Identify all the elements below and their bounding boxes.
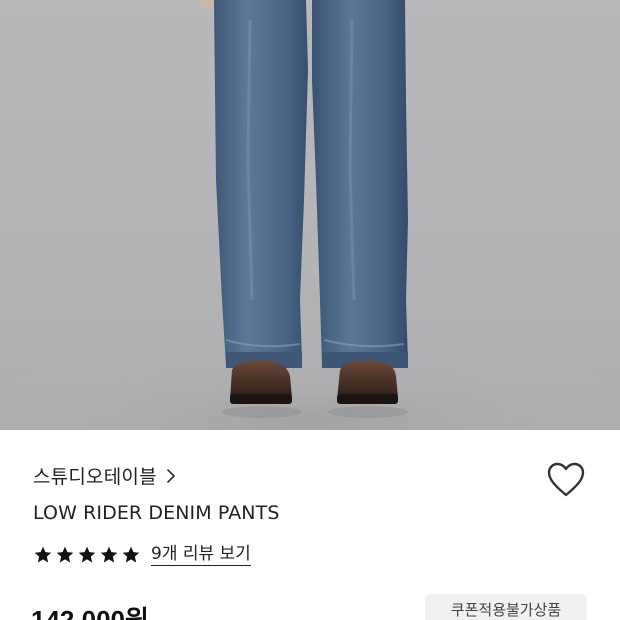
star-filled-icon — [34, 546, 52, 563]
brand-name: 스튜디오테이블 — [33, 466, 157, 488]
rating-row: 9개 리뷰 보기 — [33, 544, 251, 566]
product-photo-illustration — [0, 0, 620, 430]
product-image[interactable] — [0, 0, 620, 430]
coupon-badge-label: 쿠폰적용불가상품 — [450, 600, 562, 619]
chevron-right-icon — [166, 468, 175, 483]
star-rating — [33, 545, 141, 565]
product-price: 142,000원 — [31, 605, 149, 620]
star-filled-icon — [100, 546, 118, 563]
product-title: LOW RIDER DENIM PANTS — [33, 502, 280, 524]
heart-outline-icon — [547, 462, 585, 497]
star-filled-icon — [122, 546, 140, 563]
star-filled-icon — [78, 546, 96, 563]
coupon-unavailable-badge: 쿠폰적용불가상품 — [425, 594, 587, 620]
review-count-link[interactable]: 9개 리뷰 보기 — [151, 544, 251, 566]
brand-link[interactable]: 스튜디오테이블 — [33, 462, 176, 489]
star-filled-icon — [56, 546, 74, 563]
wishlist-button[interactable] — [546, 461, 586, 499]
